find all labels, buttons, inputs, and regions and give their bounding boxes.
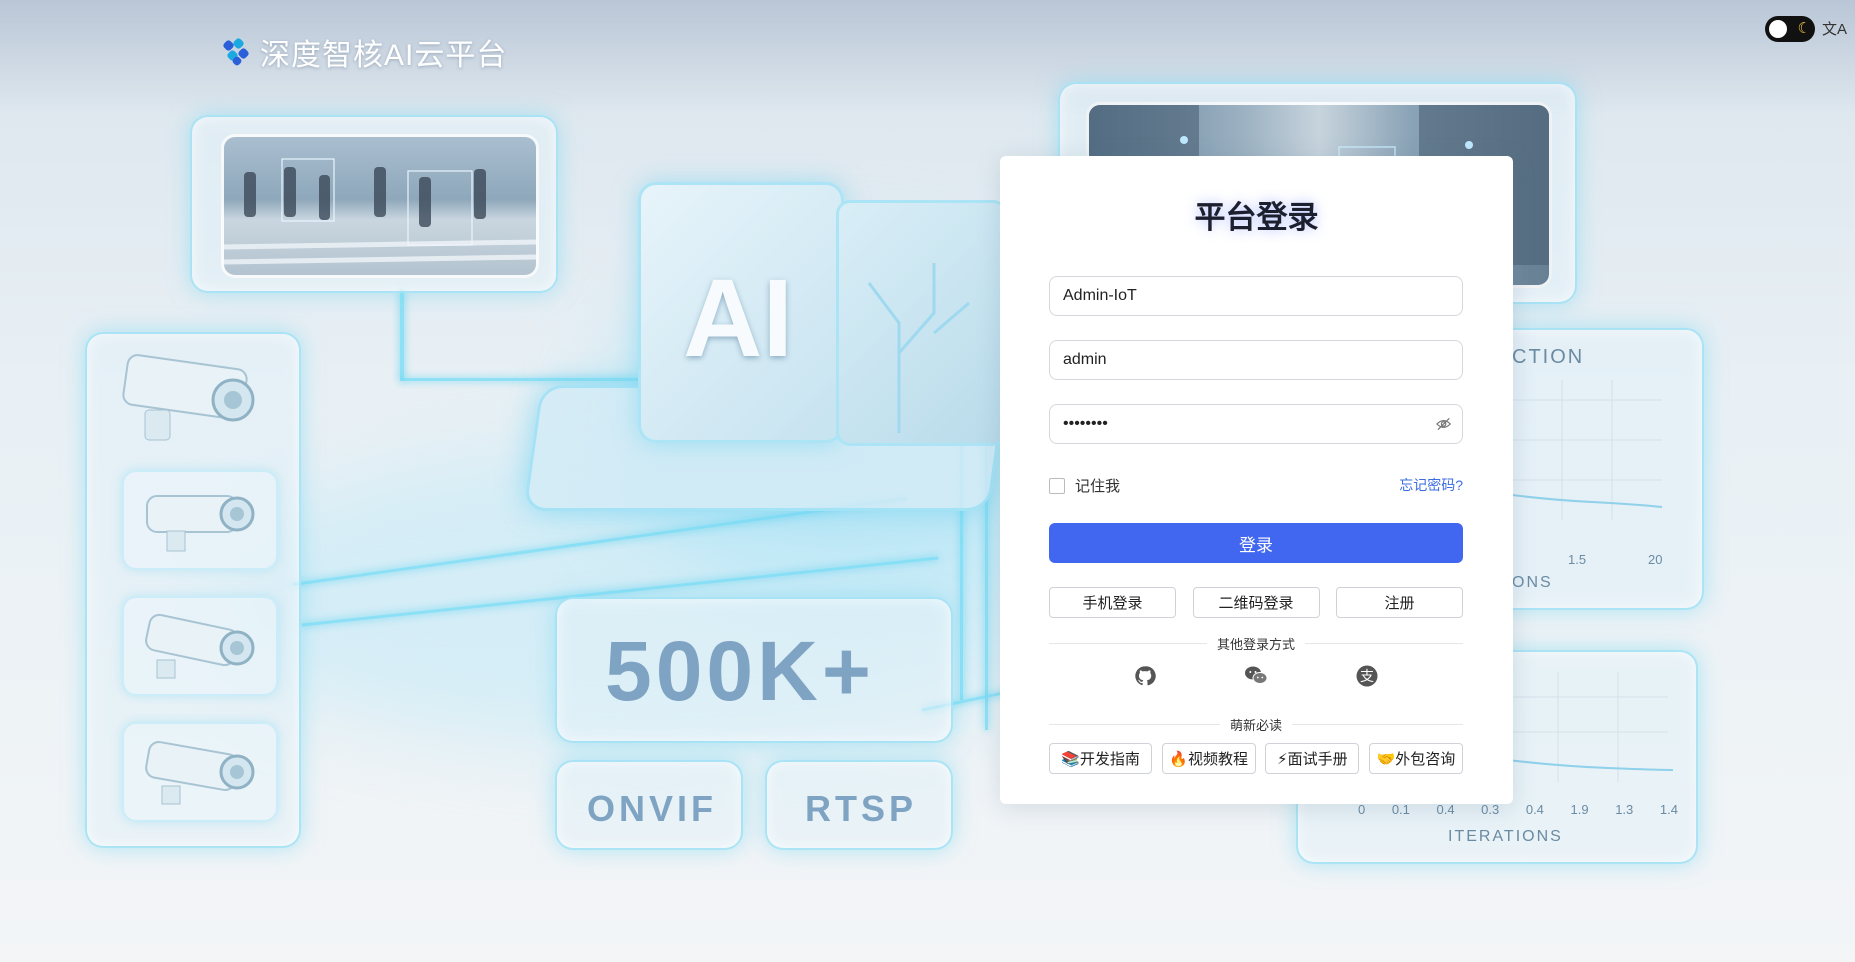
background-scene: AI 500K+ ONVIF RTSP CTION 1.5 20 ONS 0 0… (0, 0, 1855, 962)
chart-tick: 0.4 (1525, 802, 1544, 817)
github-icon[interactable] (1133, 664, 1157, 688)
protocol-label: ONVIF (587, 788, 718, 829)
login-button[interactable]: 登录 (1049, 523, 1463, 563)
protocol-panel: RTSP (765, 760, 953, 850)
ai-cube-front: AI (638, 182, 844, 443)
camera-dome-icon (115, 350, 275, 450)
newbie-divider: 萌新必读 (1049, 717, 1464, 733)
video-tutorial-link[interactable]: 🔥视频教程 (1161, 743, 1256, 774)
register-button[interactable]: 注册 (1336, 587, 1463, 618)
chart-tick: 20 (1648, 552, 1663, 567)
app-title: 深度智核AI云平台 (260, 39, 508, 72)
protocol-panel: ONVIF (555, 760, 743, 850)
chart-tick: 1.3 (1615, 802, 1634, 817)
chart-axis-label: ONS (1512, 574, 1553, 591)
password-input[interactable] (1061, 414, 1436, 434)
guide-links-row: 📚开发指南 🔥视频教程 ⚡面试手册 🤝外包咨询 (1049, 743, 1463, 774)
alipay-icon[interactable]: 支 (1355, 664, 1379, 688)
toggle-knob (1769, 20, 1787, 38)
camera-bullet-icon (122, 596, 278, 696)
remember-label: 记住我 (1075, 478, 1121, 495)
stat-panel: 500K+ (555, 597, 953, 743)
newbie-label: 萌新必读 (1230, 717, 1283, 733)
other-methods-divider: 其他登录方式 (1049, 636, 1464, 652)
chart-axis-label: ITERATIONS (1448, 828, 1563, 845)
stat-value: 500K+ (605, 624, 875, 718)
interview-handbook-link[interactable]: ⚡面试手册 (1265, 743, 1360, 774)
moon-icon: ☾ (1797, 20, 1811, 37)
remember-checkbox[interactable] (1049, 477, 1065, 494)
chart-tick: 1.5 (1568, 552, 1587, 567)
chart-x-ticks: 0 0.1 0.4 0.3 0.4 1.9 1.3 1.4 (1358, 802, 1678, 817)
tenant-input[interactable] (1061, 286, 1451, 306)
crowd-street-image (221, 134, 539, 278)
chart-grid (1508, 672, 1674, 782)
ai-cube-side (836, 200, 1007, 446)
login-card: 平台登录 记住我 忘记密码? 登录 手机登录 二维码登录 注册 其他登录方式 (1000, 156, 1513, 804)
chart-tick: 0.3 (1481, 802, 1500, 817)
eye-slash-icon[interactable] (1435, 417, 1451, 431)
alt-login-row: 手机登录 二维码登录 注册 (1049, 587, 1463, 618)
protocol-label: RTSP (805, 788, 918, 829)
phone-login-button[interactable]: 手机登录 (1049, 587, 1176, 618)
qrcode-login-button[interactable]: 二维码登录 (1192, 587, 1320, 618)
wechat-icon[interactable] (1244, 664, 1268, 688)
username-field[interactable] (1049, 340, 1463, 380)
password-field[interactable] (1049, 404, 1463, 444)
chart-tick: 1.4 (1659, 802, 1678, 817)
chart-title: CTION (1512, 346, 1585, 368)
outsourcing-consult-link[interactable]: 🤝外包咨询 (1368, 743, 1463, 774)
camera-bullet-icon (122, 470, 278, 570)
chart-tick: 0.1 (1391, 802, 1410, 817)
translate-icon[interactable]: 文A (1822, 18, 1847, 39)
ai-cube-label: AI (683, 257, 793, 380)
svg-text:支: 支 (1360, 669, 1374, 685)
chart-tick: 0 (1358, 802, 1366, 817)
camera-bullet-icon (122, 722, 278, 822)
theme-toggle[interactable]: ☾ (1765, 16, 1815, 42)
chart-tick: 0.4 (1436, 802, 1455, 817)
other-methods-label: 其他登录方式 (1217, 636, 1296, 652)
username-input[interactable] (1061, 350, 1451, 370)
forgot-password-link[interactable]: 忘记密码? (1399, 475, 1463, 495)
chart-tick: 1.9 (1570, 802, 1589, 817)
layered-stripes-logo-icon (223, 38, 249, 66)
chart-grid (1512, 380, 1663, 520)
remember-me[interactable]: 记住我 (1049, 475, 1120, 496)
login-title: 平台登录 (1194, 200, 1319, 235)
tenant-field[interactable] (1049, 276, 1463, 316)
dev-guide-link[interactable]: 📚开发指南 (1049, 743, 1152, 774)
brand-logo[interactable]: 深度智核AI云平台 (222, 30, 507, 74)
social-login-row: 支 (1049, 664, 1463, 688)
